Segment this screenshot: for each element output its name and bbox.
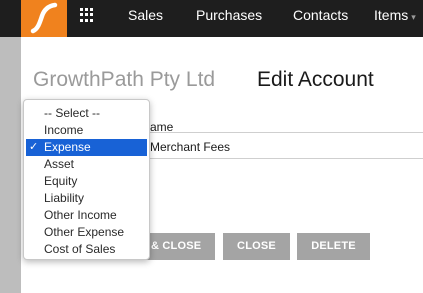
nav-purchases[interactable]: Purchases <box>196 7 262 23</box>
option-label: Other Income <box>44 208 117 222</box>
field-underline <box>150 158 423 159</box>
close-button[interactable]: CLOSE <box>223 233 290 260</box>
delete-button[interactable]: DELETE <box>297 233 370 260</box>
dropdown-option-other-expense[interactable]: Other Expense <box>26 224 147 241</box>
app-logo[interactable] <box>21 0 67 37</box>
left-side-strip <box>0 0 21 293</box>
dropdown-option-expense[interactable]: ✓ Expense <box>26 139 147 156</box>
company-name: GrowthPath Pty Ltd <box>33 68 216 91</box>
option-label: Liability <box>44 191 85 205</box>
dropdown-option-select[interactable]: -- Select -- <box>26 105 147 122</box>
option-label: -- Select -- <box>44 106 101 120</box>
apps-grid-icon[interactable] <box>80 8 94 22</box>
nav-items-label: Items <box>374 7 409 23</box>
option-label: Cost of Sales <box>44 242 116 256</box>
nav-contacts[interactable]: Contacts <box>293 7 348 23</box>
dropdown-option-cost-of-sales[interactable]: Cost of Sales <box>26 241 147 258</box>
field-divider <box>150 132 423 133</box>
dropdown-option-asset[interactable]: Asset <box>26 156 147 173</box>
dropdown-option-liability[interactable]: Liability <box>26 190 147 207</box>
nav-sales[interactable]: Sales <box>128 7 163 23</box>
option-label: Other Expense <box>44 225 125 239</box>
checkmark-icon: ✓ <box>29 141 39 153</box>
account-name-field[interactable]: Merchant Fees <box>150 139 230 155</box>
save-and-close-button[interactable]: & CLOSE <box>146 233 215 260</box>
option-label: Equity <box>44 174 78 188</box>
dropdown-option-income[interactable]: Income <box>26 122 147 139</box>
chevron-down-icon: ▾ <box>411 12 416 22</box>
logo-swoosh-icon <box>30 2 58 34</box>
account-type-dropdown[interactable]: -- Select -- Income ✓ Expense Asset Equit… <box>23 99 150 260</box>
top-navigation-bar: Sales Purchases Contacts Items ▾ <box>0 0 423 37</box>
nav-items[interactable]: Items ▾ <box>374 7 416 25</box>
dropdown-option-equity[interactable]: Equity <box>26 173 147 190</box>
dropdown-option-other-income[interactable]: Other Income <box>26 207 147 224</box>
option-label: Income <box>44 123 84 137</box>
page-title: Edit Account <box>257 68 374 91</box>
option-label: Expense <box>44 140 91 154</box>
option-label: Asset <box>44 157 75 171</box>
